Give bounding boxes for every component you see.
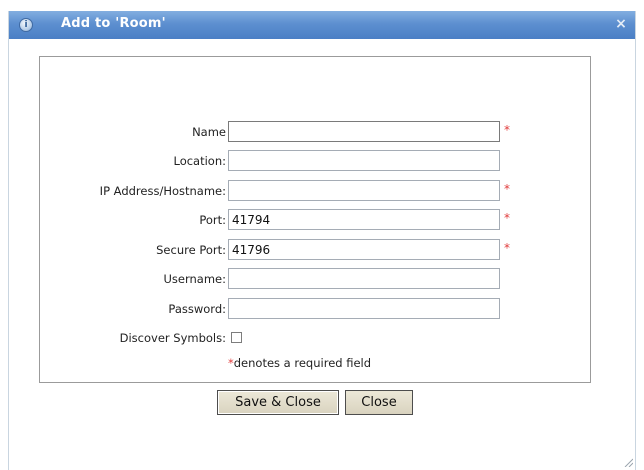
form-panel: Name * Location: IP Address/Hostname: * … [39, 56, 591, 383]
password-row: Password: [40, 298, 590, 320]
ip-row: IP Address/Hostname: * [40, 180, 590, 202]
required-marker: * [504, 182, 510, 196]
add-to-room-dialog: i Add to 'Room' × Name * Location: IP Ad… [8, 11, 636, 470]
dialog-titlebar[interactable]: i Add to 'Room' × [9, 11, 635, 39]
required-note: *denotes a required field [228, 356, 371, 370]
name-field[interactable] [228, 121, 500, 142]
required-marker: * [504, 211, 510, 225]
close-icon[interactable]: × [613, 16, 629, 32]
secure-port-field[interactable] [228, 239, 500, 260]
required-marker: * [504, 241, 510, 255]
location-label: Location: [173, 154, 226, 168]
port-label: Port: [199, 213, 226, 227]
resize-grip-icon[interactable] [623, 457, 633, 467]
info-icon: i [19, 18, 33, 32]
username-field[interactable] [228, 268, 500, 289]
close-button[interactable]: Close [345, 390, 413, 415]
password-field[interactable] [228, 298, 500, 319]
port-field[interactable] [228, 209, 500, 230]
password-label: Password: [168, 302, 226, 316]
discover-symbols-checkbox[interactable] [231, 332, 242, 343]
discover-symbols-row: Discover Symbols: [40, 329, 590, 351]
dialog-title: Add to 'Room' [61, 16, 166, 31]
ip-address-field[interactable] [228, 180, 500, 201]
required-note-text: denotes a required field [233, 356, 372, 370]
location-row: Location: [40, 150, 590, 172]
discover-symbols-label: Discover Symbols: [119, 331, 226, 345]
port-row: Port: * [40, 209, 590, 231]
secure-port-row: Secure Port: * [40, 239, 590, 261]
name-label: Name [192, 125, 226, 139]
username-label: Username: [163, 272, 227, 286]
location-field[interactable] [228, 150, 500, 171]
save-and-close-button[interactable]: Save & Close [217, 390, 339, 415]
required-marker: * [504, 123, 510, 137]
username-row: Username: [40, 268, 590, 290]
name-row: Name * [40, 121, 590, 143]
ip-label: IP Address/Hostname: [99, 184, 226, 198]
secure-port-label: Secure Port: [156, 243, 226, 257]
